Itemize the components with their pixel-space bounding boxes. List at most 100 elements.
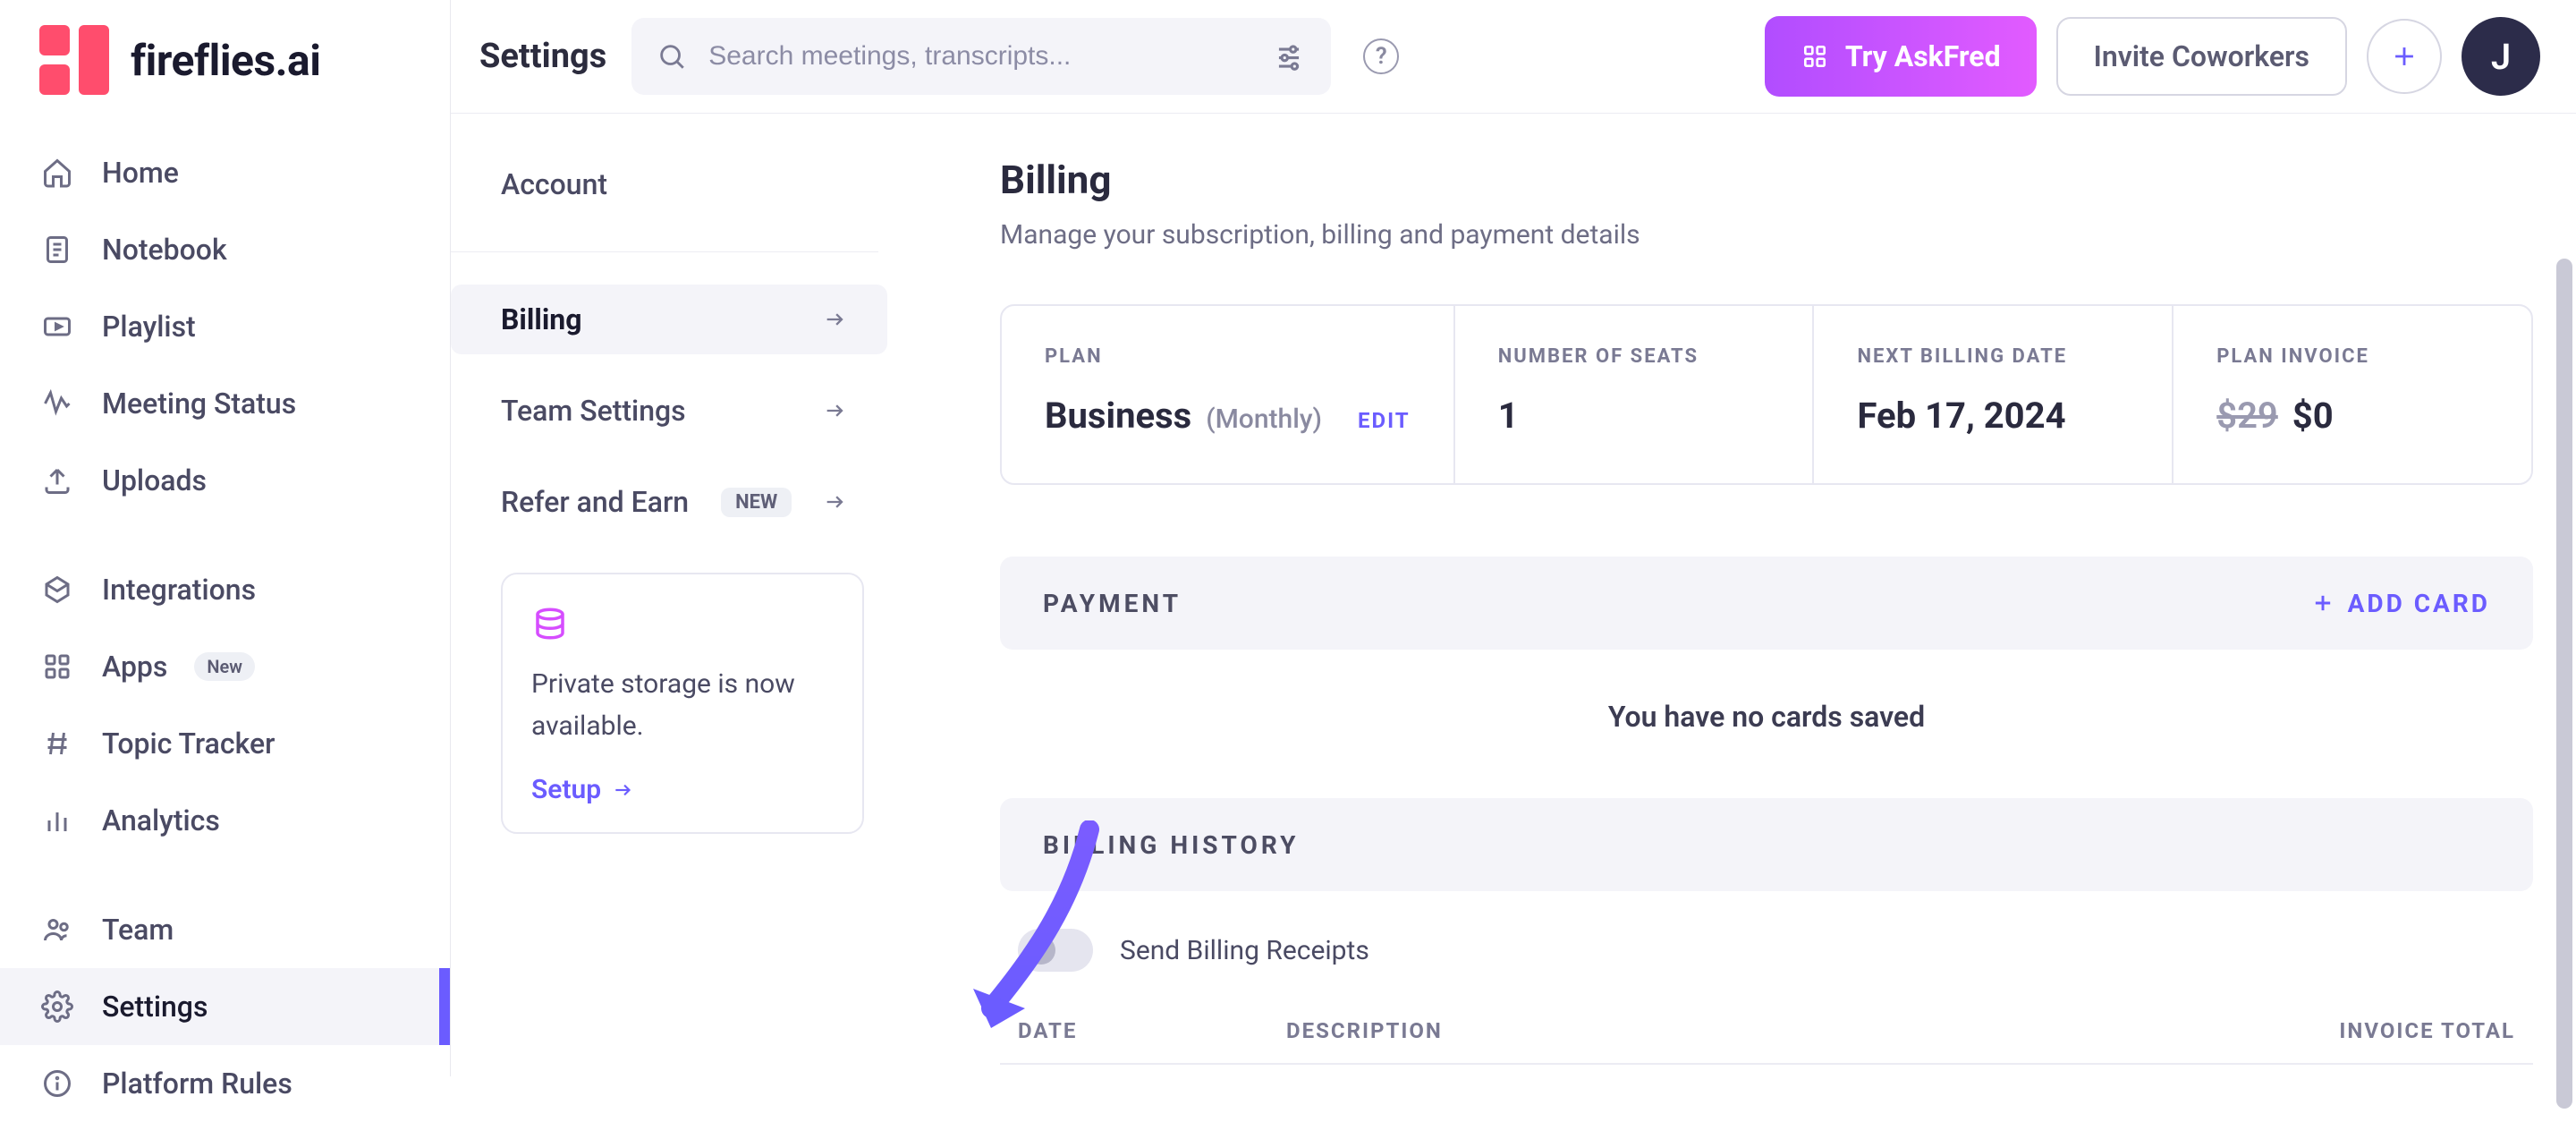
payment-section-header: PAYMENT ADD CARD — [1000, 557, 2533, 650]
private-storage-card: Private storage is now available. Setup — [501, 573, 864, 834]
apps-icon — [39, 649, 75, 684]
section-title: PAYMENT — [1043, 589, 1182, 618]
filter-icon[interactable] — [1272, 39, 1306, 73]
sidebar-item-settings[interactable]: Settings — [0, 968, 450, 1045]
send-receipts-label: Send Billing Receipts — [1120, 935, 1369, 966]
sidebar-item-label: Uploads — [102, 463, 207, 497]
sidebar-item-label: Team — [102, 913, 174, 947]
user-avatar[interactable]: J — [2462, 17, 2540, 96]
notebook-icon — [39, 232, 75, 268]
try-askfred-button[interactable]: Try AskFred — [1765, 16, 2037, 97]
settings-subnav: Account Billing Team Settings — [451, 114, 914, 1076]
sidebar-item-apps[interactable]: Apps New — [0, 628, 450, 705]
col-description: DESCRIPTION — [1286, 1018, 2283, 1043]
brand-logo-icon — [39, 25, 109, 95]
sidebar-item-uploads[interactable]: Uploads — [0, 442, 450, 519]
search-icon — [657, 41, 687, 72]
chevron-right-icon — [823, 489, 848, 514]
button-label: Try AskFred — [1845, 39, 2001, 73]
sidebar-item-analytics[interactable]: Analytics — [0, 782, 450, 859]
sidebar-item-label: Integrations — [102, 573, 256, 607]
col-total: INVOICE TOTAL — [2283, 1018, 2515, 1043]
col-date: DATE — [1018, 1018, 1286, 1043]
nav-group-primary: Home Notebook Playlist Meeting Status — [0, 134, 450, 519]
home-icon — [39, 155, 75, 191]
no-cards-message: You have no cards saved — [1000, 650, 2533, 734]
settings-subnav-refer[interactable]: Refer and Earn NEW — [451, 467, 887, 537]
cell-label: NEXT BILLING DATE — [1857, 345, 2129, 368]
topbar-actions: Try AskFred Invite Coworkers J — [1765, 16, 2540, 97]
storage-setup-link[interactable]: Setup — [531, 774, 635, 805]
storage-text: Private storage is now available. — [531, 664, 834, 747]
brand-name: fireflies.ai — [131, 35, 320, 86]
sidebar-item-label: Settings — [102, 990, 208, 1024]
button-label: Invite Coworkers — [2094, 39, 2309, 73]
sidebar-item-integrations[interactable]: Integrations — [0, 551, 450, 628]
button-label: ADD CARD — [2348, 589, 2490, 618]
sidebar-item-home[interactable]: Home — [0, 134, 450, 211]
sidebar-item-label: Notebook — [102, 233, 227, 267]
settings-subnav-team[interactable]: Team Settings — [451, 376, 887, 446]
search-box[interactable] — [631, 18, 1331, 95]
sidebar-item-label: Playlist — [102, 310, 196, 344]
plan-cell-plan: PLAN Business (Monthly) EDIT — [1002, 306, 1455, 483]
playlist-icon — [39, 309, 75, 344]
plan-cell-invoice: PLAN INVOICE $29 $0 — [2174, 306, 2531, 483]
sidebar-item-label: Analytics — [102, 803, 220, 837]
sidebar-item-label: Apps — [102, 650, 167, 684]
add-card-button[interactable]: ADD CARD — [2310, 589, 2490, 618]
search-input[interactable] — [708, 41, 1250, 72]
invite-coworkers-button[interactable]: Invite Coworkers — [2056, 17, 2347, 96]
plan-cell-next-date: NEXT BILLING DATE Feb 17, 2024 — [1814, 306, 2174, 483]
next-date-value: Feb 17, 2024 — [1857, 395, 2065, 437]
sidebar-item-notebook[interactable]: Notebook — [0, 211, 450, 288]
new-badge: NEW — [721, 488, 792, 517]
integrations-icon — [39, 572, 75, 608]
settings-subnav-account[interactable]: Account — [451, 149, 887, 219]
plan-cell-seats: NUMBER OF SEATS 1 — [1455, 306, 1815, 483]
help-button[interactable]: ? — [1363, 38, 1399, 74]
new-pill: New — [194, 652, 255, 681]
link-label: Setup — [531, 774, 601, 805]
main-sidebar: fireflies.ai Home Notebook Playlist — [0, 0, 451, 1076]
sidebar-item-topic-tracker[interactable]: Topic Tracker — [0, 705, 450, 782]
upload-icon — [39, 463, 75, 498]
invoice-value: $0 — [2292, 395, 2334, 437]
sidebar-item-label: Meeting Status — [102, 387, 296, 421]
sidebar-item-team[interactable]: Team — [0, 891, 450, 968]
edit-plan-button[interactable]: EDIT — [1358, 408, 1411, 433]
chevron-right-icon — [823, 307, 848, 332]
analytics-icon — [39, 803, 75, 838]
sidebar-item-playlist[interactable]: Playlist — [0, 288, 450, 365]
subnav-label: Team Settings — [501, 394, 686, 428]
cell-label: PLAN — [1045, 345, 1411, 368]
topbar: Settings ? Try AskFred — [451, 0, 2576, 113]
page-context-title: Settings — [479, 37, 606, 76]
add-button[interactable] — [2367, 19, 2442, 94]
subnav-label: Billing — [501, 302, 582, 336]
subnav-label: Account — [501, 167, 607, 201]
brand[interactable]: fireflies.ai — [0, 25, 450, 134]
info-icon — [39, 1066, 75, 1101]
hash-icon — [39, 726, 75, 761]
nav-group-secondary: Integrations Apps New Topic Tracker Ana — [0, 551, 450, 859]
sidebar-item-label: Platform Rules — [102, 1067, 292, 1101]
nav-group-tertiary: Team Settings Platform Rules — [0, 891, 450, 1122]
chevron-right-icon — [823, 398, 848, 423]
sidebar-item-label: Topic Tracker — [102, 727, 275, 761]
sidebar-item-platform-rules[interactable]: Platform Rules — [0, 1045, 450, 1122]
subnav-label: Refer and Earn — [501, 485, 689, 519]
history-table-header: DATE DESCRIPTION INVOICE TOTAL — [1000, 1018, 2533, 1065]
sidebar-item-meeting-status[interactable]: Meeting Status — [0, 365, 450, 442]
divider — [451, 251, 878, 252]
status-icon — [39, 386, 75, 421]
page-title: Billing — [1000, 157, 2533, 203]
send-receipts-toggle[interactable] — [1018, 929, 1093, 972]
history-section-header: BILLING HISTORY — [1000, 798, 2533, 891]
section-title: BILLING HISTORY — [1043, 830, 1299, 860]
settings-subnav-billing[interactable]: Billing — [451, 285, 887, 354]
cell-label: NUMBER OF SEATS — [1498, 345, 1770, 368]
billing-main: Billing Manage your subscription, billin… — [914, 114, 2576, 1076]
plan-period: (Monthly) — [1206, 404, 1322, 435]
toggle-knob — [1027, 936, 1055, 965]
